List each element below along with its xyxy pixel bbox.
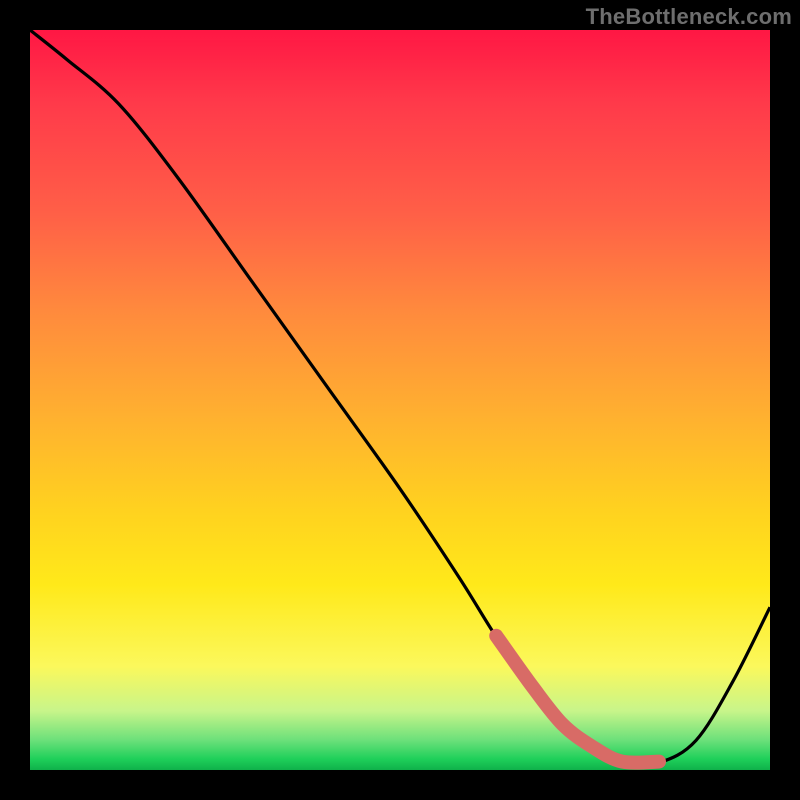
plot-area xyxy=(30,30,770,770)
chart-frame: TheBottleneck.com xyxy=(0,0,800,800)
watermark-text: TheBottleneck.com xyxy=(586,4,792,30)
optimal-range-highlight xyxy=(496,636,659,763)
bottleneck-curve xyxy=(30,30,770,765)
curve-layer xyxy=(30,30,770,770)
